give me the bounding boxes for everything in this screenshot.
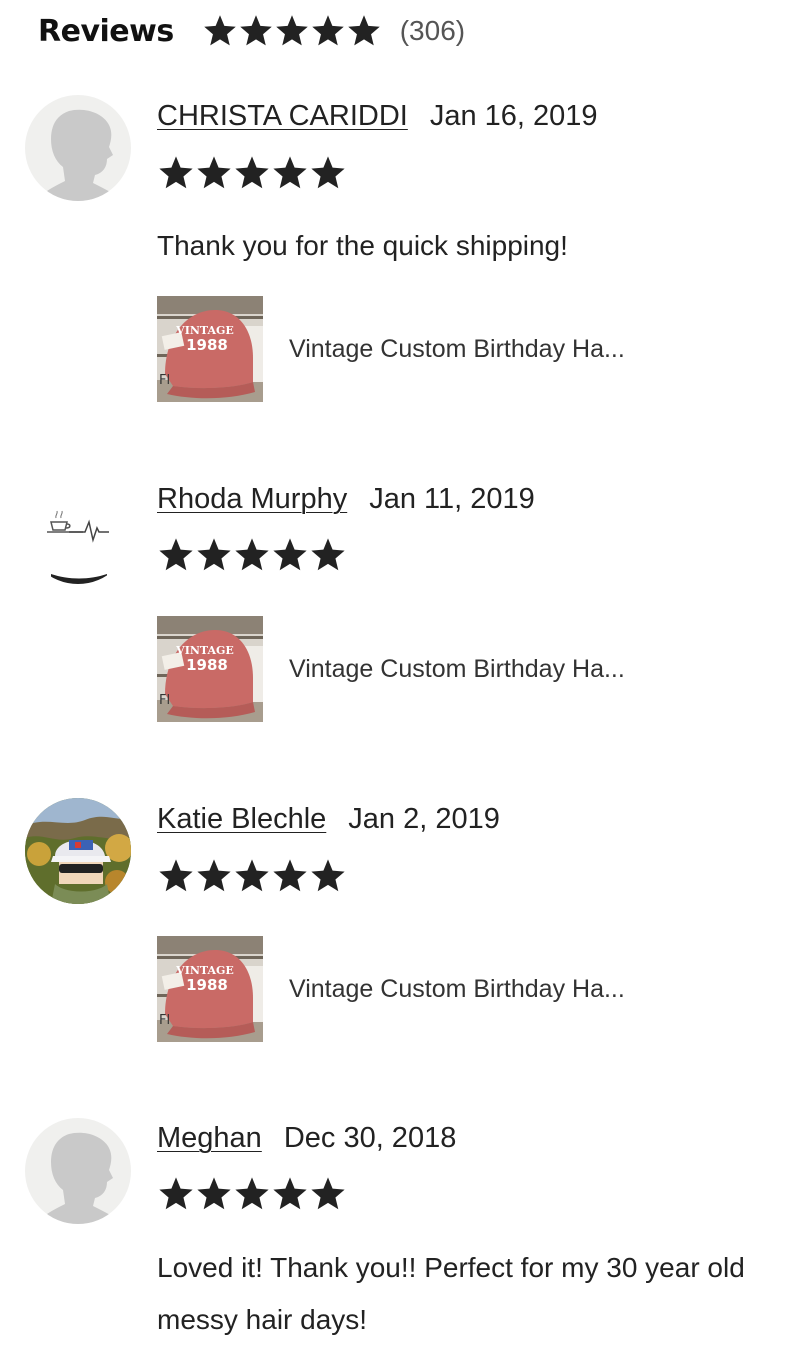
star-icon: [195, 154, 233, 192]
star-icon: [271, 154, 309, 192]
review-rating-stars: [157, 154, 347, 192]
review-date: Jan 11, 2019: [369, 483, 535, 515]
avatar[interactable]: [25, 95, 131, 201]
star-icon: [233, 154, 271, 192]
star-icon: [309, 857, 347, 895]
reviews-header: Reviews (306): [38, 8, 465, 54]
default-person-icon: [25, 95, 131, 201]
coffee-heartbeat-icon: [25, 478, 131, 584]
purchased-listing-link[interactable]: Vintage Custom Birthday Ha...: [157, 936, 625, 1042]
review-count: (306): [399, 15, 466, 46]
star-icon: [271, 857, 309, 895]
star-icon: [309, 1175, 347, 1213]
review-date: Jan 16, 2019: [429, 100, 598, 132]
star-icon: [233, 857, 271, 895]
listing-title: Vintage Custom Birthday Ha...: [289, 334, 625, 363]
review-rating-stars: [157, 1175, 347, 1213]
star-icon: [309, 154, 347, 192]
listing-thumbnail: [157, 616, 263, 722]
listing-thumbnail: [157, 936, 263, 1042]
reviews-title: Reviews: [38, 13, 174, 49]
review-rating-stars: [157, 536, 347, 574]
star-icon: [233, 1175, 271, 1213]
listing-title: Vintage Custom Birthday Ha...: [289, 654, 625, 683]
star-icon: [157, 857, 195, 895]
review-text: Loved it! Thank you!! Perfect for my 30 …: [157, 1252, 745, 1335]
avatar[interactable]: [25, 478, 131, 584]
listing-title: Vintage Custom Birthday Ha...: [289, 974, 625, 1003]
star-icon: [346, 13, 382, 49]
review-rating-stars: [157, 857, 347, 895]
star-icon: [233, 536, 271, 574]
star-icon: [309, 536, 347, 574]
reviewer-name-link[interactable]: Meghan: [157, 1122, 262, 1155]
star-icon: [195, 1175, 233, 1213]
listing-thumbnail: [157, 296, 263, 402]
user-photo: [25, 798, 131, 904]
star-icon: [195, 536, 233, 574]
star-icon: [238, 13, 274, 49]
star-icon: [271, 536, 309, 574]
review-date: Dec 30, 2018: [283, 1122, 457, 1154]
purchased-listing-link[interactable]: Vintage Custom Birthday Ha...: [157, 296, 625, 402]
star-icon: [157, 154, 195, 192]
reviewer-name-link[interactable]: CHRISTA CARIDDI: [157, 100, 408, 133]
star-icon: [195, 857, 233, 895]
star-icon: [157, 1175, 195, 1213]
overall-rating-stars: [202, 13, 382, 49]
reviewer-name-link[interactable]: Rhoda Murphy: [157, 483, 347, 516]
reviewer-name-link[interactable]: Katie Blechle: [157, 803, 326, 836]
star-icon: [157, 536, 195, 574]
star-icon: [271, 1175, 309, 1213]
review-text: Thank you for the quick shipping!: [157, 230, 568, 261]
star-icon: [274, 13, 310, 49]
star-icon: [202, 13, 238, 49]
avatar[interactable]: [25, 1118, 131, 1224]
default-person-icon: [25, 1118, 131, 1224]
avatar[interactable]: [25, 798, 131, 904]
purchased-listing-link[interactable]: Vintage Custom Birthday Ha...: [157, 616, 625, 722]
star-icon: [310, 13, 346, 49]
review-date: Jan 2, 2019: [348, 803, 500, 835]
